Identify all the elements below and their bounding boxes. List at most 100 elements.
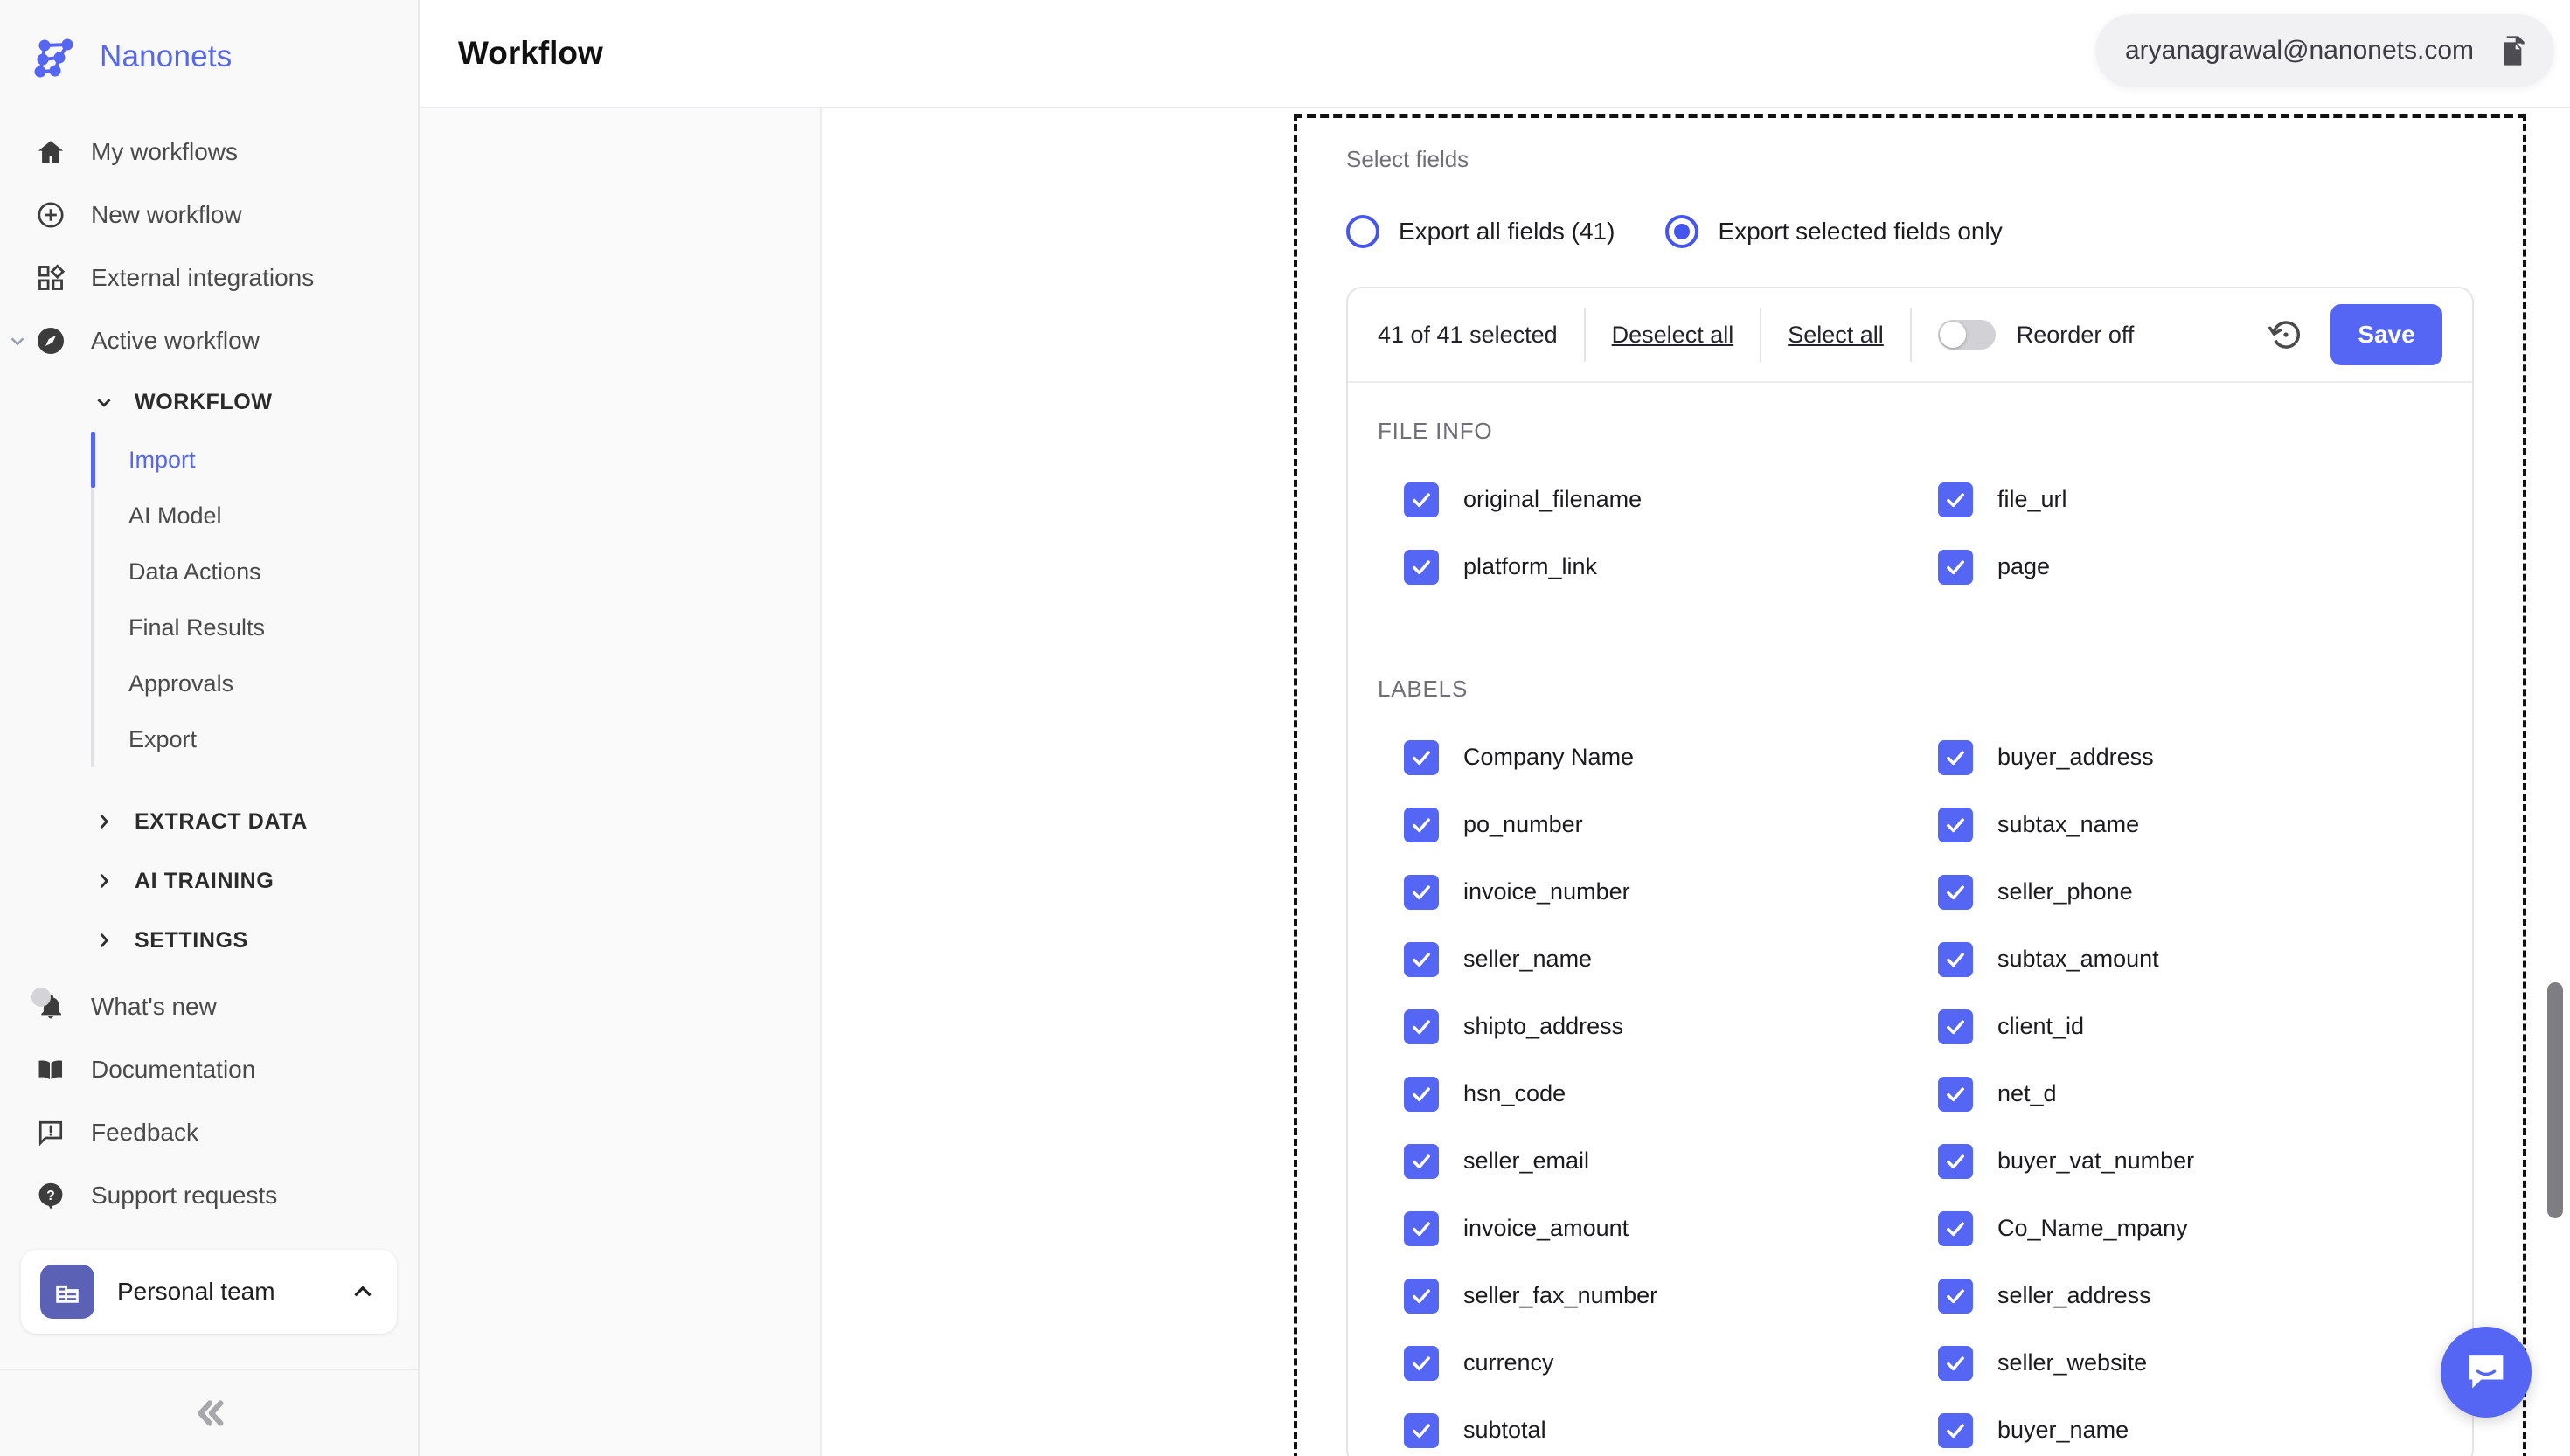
sidebar-item-export[interactable]: Export [94, 711, 418, 767]
checkbox-checked-icon[interactable] [1938, 1278, 1973, 1314]
checkbox-checked-icon[interactable] [1938, 1210, 1973, 1246]
chevron-up-icon[interactable] [348, 1277, 378, 1307]
checkbox-checked-icon[interactable] [1938, 941, 1973, 977]
field-row[interactable]: seller_phone [1938, 858, 2472, 926]
sidebar-item-documentation[interactable]: Documentation [0, 1038, 418, 1101]
field-row[interactable]: seller_address [1938, 1262, 2472, 1329]
field-row[interactable]: currency [1404, 1329, 1938, 1397]
field-row[interactable]: buyer_name [1938, 1397, 2472, 1456]
copy-icon[interactable] [2497, 33, 2532, 68]
sidebar-group-extract-data[interactable]: EXTRACT DATA [0, 792, 418, 851]
field-row[interactable]: net_d [1938, 1060, 2472, 1127]
sidebar-group-ai-training[interactable]: AI TRAINING [0, 851, 418, 911]
deselect-all-link[interactable]: Deselect all [1586, 322, 1761, 349]
sidebar-item-ai-model[interactable]: AI Model [94, 488, 418, 544]
chevron-down-icon[interactable] [5, 329, 30, 353]
checkbox-checked-icon[interactable] [1404, 1076, 1439, 1112]
sidebar-item-label: Import [128, 446, 196, 473]
select-fields-label: Select fields [1346, 146, 1469, 172]
field-row[interactable]: platform_link [1404, 533, 1938, 600]
field-row[interactable]: subtax_name [1938, 791, 2472, 858]
reorder-toggle-label: Reorder off [2016, 321, 2135, 348]
sidebar-item-label: New workflow [91, 201, 242, 228]
sidebar-item-import[interactable]: Import [91, 432, 418, 488]
chevron-double-left-icon[interactable] [183, 1387, 235, 1439]
field-row[interactable]: buyer_address [1938, 724, 2472, 791]
checkbox-checked-icon[interactable] [1938, 1009, 1973, 1044]
checkbox-checked-icon[interactable] [1404, 1009, 1439, 1044]
field-row[interactable]: hsn_code [1404, 1060, 1938, 1127]
field-row[interactable]: page [1938, 533, 2472, 600]
field-row[interactable]: seller_name [1404, 926, 1938, 993]
sidebar-group-label: WORKFLOW [135, 389, 273, 414]
field-row[interactable]: subtotal [1404, 1397, 1938, 1456]
checkbox-checked-icon[interactable] [1938, 874, 1973, 910]
sidebar-group-settings[interactable]: SETTINGS [0, 911, 418, 970]
radio-export-all-fields[interactable]: Export all fields (41) [1346, 215, 1615, 248]
chevron-down-icon [93, 391, 115, 413]
field-row[interactable]: invoice_number [1404, 858, 1938, 926]
field-row[interactable]: subtax_amount [1938, 926, 2472, 993]
checkbox-checked-icon[interactable] [1404, 1210, 1439, 1246]
field-row[interactable]: Co_Name_mpany [1938, 1195, 2472, 1262]
sidebar-item-external-integrations[interactable]: External integrations [0, 246, 418, 309]
sidebar-item-whats-new[interactable]: What's new [0, 975, 418, 1038]
reorder-toggle[interactable] [1937, 320, 1996, 350]
field-row[interactable]: buyer_vat_number [1938, 1127, 2472, 1195]
field-row[interactable]: invoice_amount [1404, 1195, 1938, 1262]
checkbox-checked-icon[interactable] [1938, 1345, 1973, 1381]
field-row[interactable]: seller_email [1404, 1127, 1938, 1195]
field-row[interactable]: Company Name [1404, 724, 1938, 791]
field-row[interactable]: original_filename [1404, 466, 1938, 533]
field-row[interactable]: seller_fax_number [1404, 1262, 1938, 1329]
checkbox-checked-icon[interactable] [1404, 1412, 1439, 1448]
svg-text:?: ? [46, 1189, 55, 1203]
checkbox-checked-icon[interactable] [1938, 549, 1973, 585]
checkbox-checked-icon[interactable] [1404, 739, 1439, 775]
field-row[interactable]: client_id [1938, 993, 2472, 1060]
field-label: platform_link [1463, 553, 1598, 579]
field-row[interactable]: shipto_address [1404, 993, 1938, 1060]
intercom-chat-icon[interactable] [2441, 1327, 2532, 1418]
checkbox-checked-icon[interactable] [1404, 941, 1439, 977]
field-row[interactable]: po_number [1404, 791, 1938, 858]
sidebar-item-feedback[interactable]: Feedback [0, 1101, 418, 1164]
sidebar-item-approvals[interactable]: Approvals [94, 655, 418, 711]
sidebar-item-my-workflows[interactable]: My workflows [0, 121, 418, 184]
checkbox-checked-icon[interactable] [1938, 1412, 1973, 1448]
checkbox-checked-icon[interactable] [1404, 1345, 1439, 1381]
reset-history-icon[interactable] [2268, 316, 2304, 353]
radio-export-selected-only[interactable]: Export selected fields only [1665, 215, 2003, 248]
checkbox-checked-icon[interactable] [1938, 1076, 1973, 1112]
sidebar-item-new-workflow[interactable]: New workflow [0, 184, 418, 246]
team-switcher[interactable]: Personal team [21, 1250, 397, 1334]
checkbox-checked-icon[interactable] [1404, 874, 1439, 910]
sidebar-group-workflow[interactable]: WORKFLOW [0, 372, 418, 432]
sidebar-item-support-requests[interactable]: ? Support requests [0, 1164, 418, 1227]
secondary-nav: What's new Documentation Feedback ? Supp… [0, 975, 418, 1227]
field-row[interactable]: seller_website [1938, 1329, 2472, 1397]
brand[interactable]: Nanonets [0, 0, 418, 107]
export-fields-node: Select fields Export all fields (41) Exp… [1294, 114, 2526, 1456]
sidebar-item-label: Approvals [128, 669, 234, 697]
vertical-scrollbar-thumb[interactable] [2547, 982, 2563, 1218]
checkbox-checked-icon[interactable] [1404, 1143, 1439, 1179]
select-all-link[interactable]: Select all [1761, 322, 1910, 349]
checkbox-checked-icon[interactable] [1404, 549, 1439, 585]
sidebar-item-active-workflow[interactable]: Active workflow [0, 309, 418, 372]
checkbox-checked-icon[interactable] [1938, 482, 1973, 517]
checkbox-checked-icon[interactable] [1938, 739, 1973, 775]
save-button[interactable]: Save [2330, 304, 2442, 365]
sidebar-item-final-results[interactable]: Final Results [94, 600, 418, 655]
sidebar-item-label: External integrations [91, 264, 315, 291]
checkbox-checked-icon[interactable] [1938, 1143, 1973, 1179]
sidebar-item-data-actions[interactable]: Data Actions [94, 544, 418, 600]
field-label: shipto_address [1463, 1013, 1624, 1039]
checkbox-checked-icon[interactable] [1404, 482, 1439, 517]
field-row[interactable]: file_url [1938, 466, 2472, 533]
checkbox-checked-icon[interactable] [1404, 1278, 1439, 1314]
checkbox-checked-icon[interactable] [1938, 807, 1973, 842]
radio-circle-icon [1346, 215, 1379, 248]
checkbox-checked-icon[interactable] [1404, 807, 1439, 842]
workflow-subitems: Import AI Model Data Actions Final Resul… [91, 432, 418, 767]
